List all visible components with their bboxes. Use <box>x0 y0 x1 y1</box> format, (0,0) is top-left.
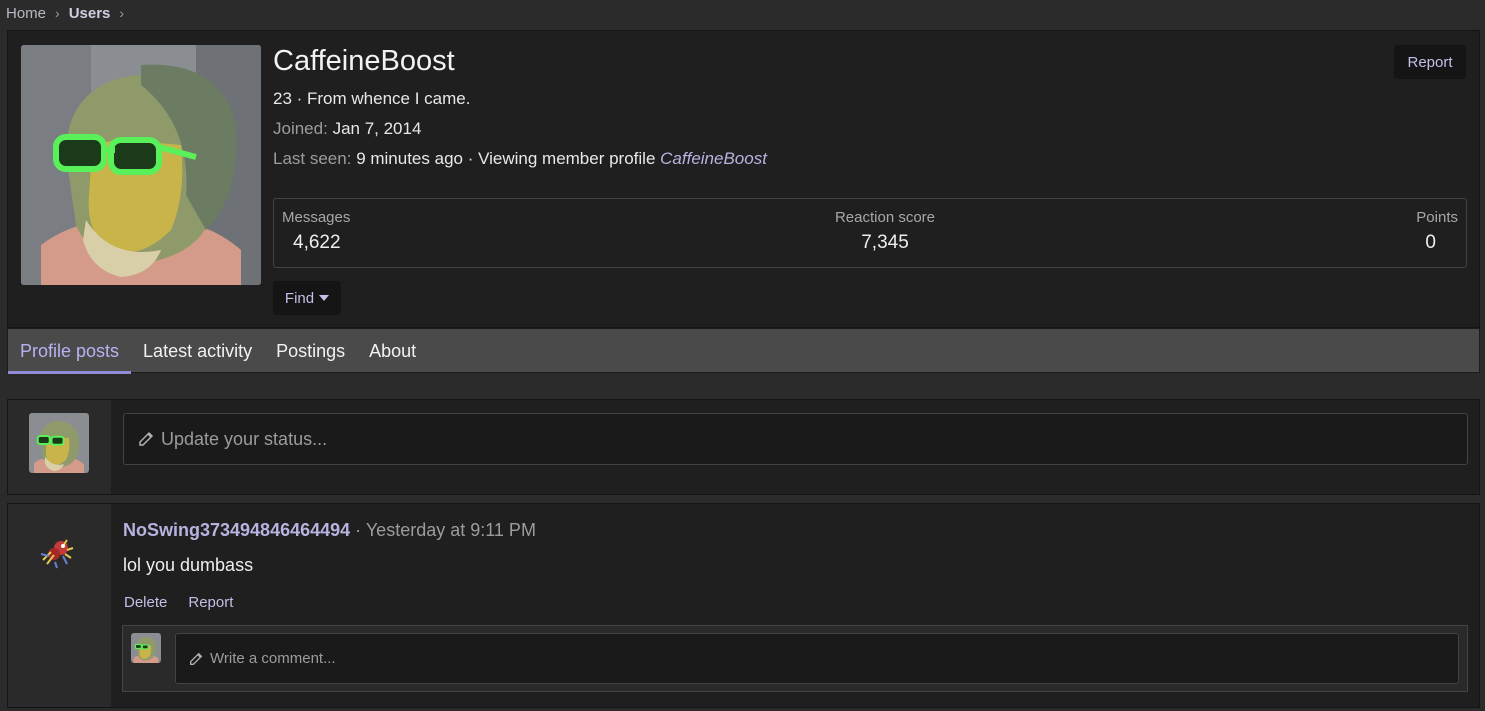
stat-reaction-score[interactable]: Reaction score 7,345 <box>830 209 940 254</box>
chevron-right-icon: › <box>119 5 125 21</box>
profile-post: NoSwing373494846464494 · Yesterday at 9:… <box>7 503 1480 708</box>
comment-placeholder: Write a comment... <box>210 650 336 667</box>
profile-last-seen: Last seen: 9 minutes ago · Viewing membe… <box>273 149 767 169</box>
last-seen-profile-link[interactable]: CaffeineBoost <box>660 149 767 168</box>
profile-joined: Joined: Jan 7, 2014 <box>273 119 421 139</box>
post-actions: Delete Report <box>124 594 233 611</box>
post-separator: · <box>350 520 366 540</box>
pencil-icon <box>188 651 204 667</box>
tab-latest-activity[interactable]: Latest activity <box>131 329 264 373</box>
avatar-image <box>21 45 261 285</box>
joined-label: Joined: <box>273 119 328 138</box>
post-author-link[interactable]: NoSwing373494846464494 <box>123 520 350 540</box>
pencil-icon <box>137 430 155 448</box>
stat-reaction-value: 7,345 <box>861 232 909 253</box>
post-report-button[interactable]: Report <box>188 594 233 611</box>
post-timestamp[interactable]: Yesterday at 9:11 PM <box>366 520 536 540</box>
stat-points-value: 0 <box>1425 232 1436 253</box>
avatar-image <box>29 413 89 473</box>
caret-down-icon <box>319 295 330 301</box>
stat-messages[interactable]: Messages 4,622 <box>282 209 350 254</box>
profile-card: CaffeineBoost 23 · From whence I came. J… <box>7 30 1480 328</box>
breadcrumb-home[interactable]: Home <box>6 5 46 22</box>
breadcrumb-users[interactable]: Users <box>69 5 111 22</box>
stat-messages-value: 4,622 <box>293 232 341 253</box>
profile-tagline: 23 · From whence I came. <box>273 89 471 108</box>
report-button[interactable]: Report <box>1394 45 1466 79</box>
post-body: lol you dumbass <box>123 555 254 575</box>
breadcrumb: Home › Users › <box>6 3 133 23</box>
status-input[interactable]: Update your status... <box>123 413 1468 465</box>
avatar[interactable] <box>131 633 161 663</box>
joined-value: Jan 7, 2014 <box>332 119 422 138</box>
last-seen-value: 9 minutes ago · Viewing member profile <box>356 149 656 168</box>
chevron-right-icon: › <box>55 5 60 21</box>
tab-about[interactable]: About <box>357 329 428 373</box>
post-header: NoSwing373494846464494 · Yesterday at 9:… <box>123 520 536 541</box>
post-author-avatar[interactable] <box>37 528 81 572</box>
status-update-block: Update your status... <box>7 399 1480 495</box>
stat-reaction-label: Reaction score <box>834 209 936 226</box>
status-placeholder: Update your status... <box>161 428 328 449</box>
stat-messages-label: Messages <box>282 209 351 226</box>
delete-button[interactable]: Delete <box>124 594 167 611</box>
avatar-image <box>40 539 74 569</box>
find-label: Find <box>284 289 315 307</box>
profile-stats: Messages 4,622 Reaction score 7,345 Poin… <box>273 198 1467 268</box>
comment-area: Write a comment... <box>122 625 1468 692</box>
tab-profile-posts[interactable]: Profile posts <box>8 329 132 374</box>
stat-points[interactable]: Points 0 <box>1416 209 1458 254</box>
tab-postings[interactable]: Postings <box>264 329 357 373</box>
find-dropdown-button[interactable]: Find <box>273 281 341 315</box>
avatar[interactable] <box>21 45 261 285</box>
stat-points-label: Points <box>1416 209 1458 226</box>
profile-username: CaffeineBoost <box>273 45 455 77</box>
avatar-image <box>131 633 161 663</box>
avatar[interactable] <box>29 413 89 473</box>
last-seen-label: Last seen: <box>273 149 352 168</box>
profile-tabs: Profile posts Latest activity Postings A… <box>7 328 1480 374</box>
comment-input[interactable]: Write a comment... <box>175 633 1459 684</box>
